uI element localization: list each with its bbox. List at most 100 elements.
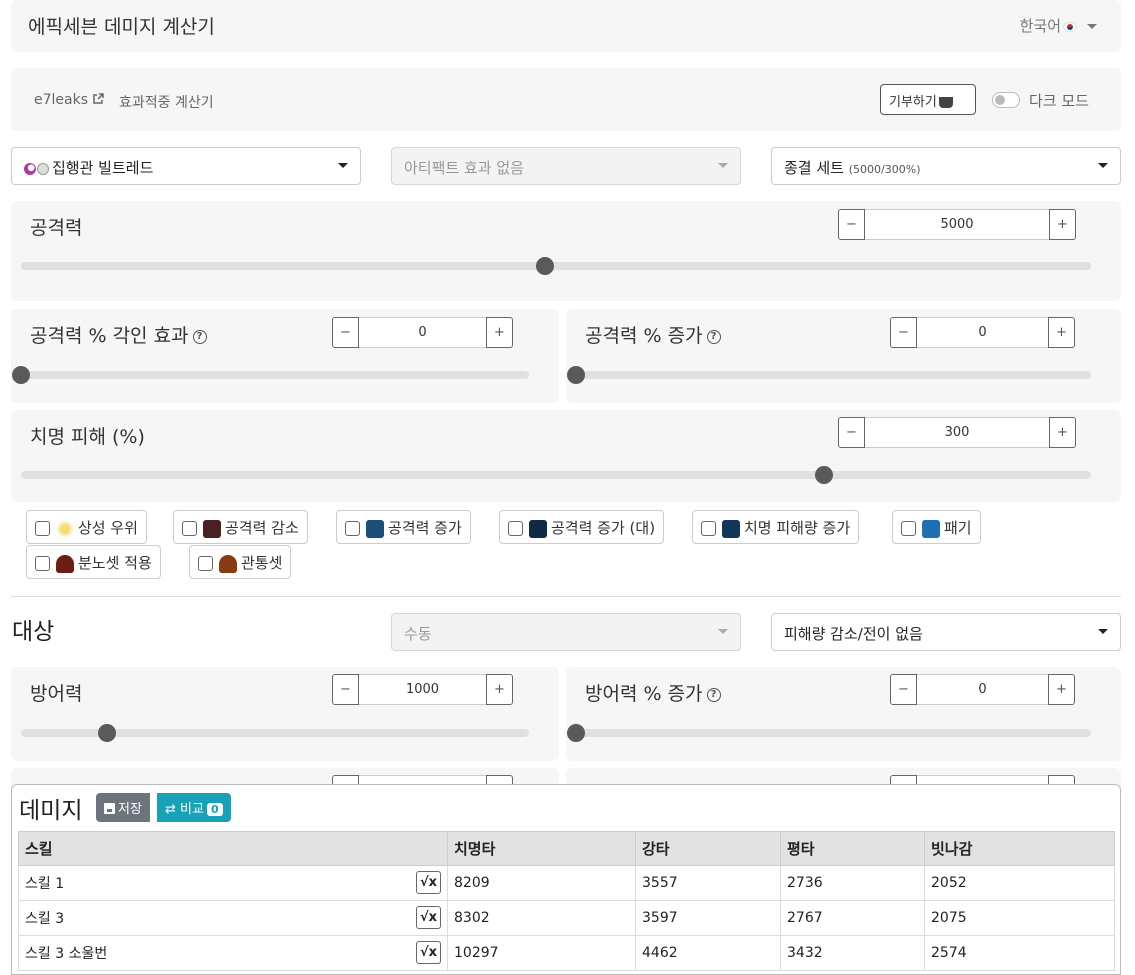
chevron-down-icon	[718, 629, 728, 634]
rage-set-checkbox[interactable]: 분노셋 적용	[26, 545, 161, 579]
defense-increase-increment-button[interactable]: +	[1048, 674, 1075, 705]
defense-increment-button[interactable]: +	[486, 674, 513, 705]
attack-increase-slider-thumb[interactable]	[567, 366, 585, 384]
attack-imprint-slider[interactable]	[12, 366, 529, 384]
defense-increase-label-wrap: 방어력 % 증가?	[585, 679, 721, 706]
attack-input[interactable]: 5000	[865, 209, 1049, 240]
formula-icon[interactable]: √x	[416, 870, 441, 894]
attack-increase-card: 공격력 % 증가? − 0 +	[566, 309, 1121, 403]
crit-damage-slider-thumb[interactable]	[814, 466, 833, 484]
defense-increase-input[interactable]: 0	[917, 674, 1048, 705]
target-mode-select[interactable]: 수동	[391, 613, 741, 651]
attack-imprint-label: 공격력 % 각인 효과	[30, 325, 189, 347]
vigor-icon	[922, 519, 940, 538]
checkbox-box[interactable]	[35, 521, 50, 536]
table-row: 스킬 3 소울번 √x 10297 4462 3432 2574	[18, 935, 1115, 971]
table-header-row: 스킬 치명타 강타 평타 빗나감	[18, 831, 1115, 866]
attack-down-checkbox[interactable]: 공격력 감소	[173, 510, 308, 544]
attack-imprint-decrement-button[interactable]: −	[332, 317, 359, 348]
artifact-select[interactable]: 아티팩트 효과 없음	[391, 147, 741, 185]
checkbox-box[interactable]	[35, 556, 50, 571]
attack-increase-slider[interactable]	[567, 366, 1091, 384]
rage-set-icon	[56, 554, 74, 573]
help-icon[interactable]: ?	[706, 329, 721, 344]
attack-increase-input[interactable]: 0	[917, 317, 1048, 348]
defense-input[interactable]: 1000	[359, 674, 486, 705]
donate-button[interactable]: 기부하기	[880, 84, 976, 115]
buff-label: 공격력 증가 (대)	[551, 519, 656, 537]
crush-cell: 4462	[635, 935, 781, 971]
crit-damage-label: 치명 피해 (%)	[30, 426, 145, 448]
formula-icon[interactable]: √x	[416, 940, 441, 964]
app-title: 에픽세븐 데미지 계산기	[28, 16, 215, 38]
elemental-advantage-checkbox[interactable]: 상성 우위	[26, 510, 147, 544]
help-icon[interactable]: ?	[192, 329, 207, 344]
checkbox-box[interactable]	[508, 521, 523, 536]
buff-label: 분노셋 적용	[78, 554, 152, 572]
defense-slider-thumb[interactable]	[98, 724, 117, 742]
attack-up-checkbox[interactable]: 공격력 증가	[336, 510, 471, 544]
save-icon	[104, 803, 115, 814]
table-row: 스킬 3 √x 8302 3597 2767 2075	[18, 900, 1115, 936]
column-header-miss: 빗나감	[924, 831, 1115, 866]
hero-select[interactable]: 집행관 빌트레드	[11, 147, 361, 185]
attack-imprint-increment-button[interactable]: +	[486, 317, 513, 348]
e7leaks-link[interactable]: e7leaks	[34, 92, 105, 108]
attack-increase-decrement-button[interactable]: −	[890, 317, 917, 348]
checkbox-box[interactable]	[345, 521, 360, 536]
table-row: 스킬 1 √x 8209 3557 2736 2052	[18, 865, 1115, 901]
attack-imprint-slider-thumb[interactable]	[12, 366, 30, 384]
crit-damage-card: 치명 피해 (%) − 300 +	[11, 410, 1121, 502]
crit-damage-decrement-button[interactable]: −	[838, 417, 865, 448]
target-section-title: 대상	[12, 619, 55, 645]
crit-damage-increment-button[interactable]: +	[1049, 417, 1076, 448]
defense-card: 방어력 − 1000 +	[11, 667, 559, 761]
crit-damage-slider[interactable]	[21, 466, 1091, 484]
help-icon[interactable]: ?	[706, 687, 721, 702]
skill-cell: 스킬 3 √x	[18, 900, 448, 936]
checkbox-box[interactable]	[901, 521, 916, 536]
checkbox-box[interactable]	[182, 521, 197, 536]
defense-increase-slider[interactable]	[567, 724, 1091, 742]
attack-slider-thumb[interactable]	[536, 257, 555, 275]
attack-label: 공격력	[30, 217, 83, 239]
dark-mode-toggle[interactable]	[992, 92, 1020, 108]
defense-increase-decrement-button[interactable]: −	[890, 674, 917, 705]
column-header-crit: 치명타	[447, 831, 636, 866]
greater-attack-up-checkbox[interactable]: 공격력 증가 (대)	[499, 510, 665, 544]
defense-decrement-button[interactable]: −	[332, 674, 359, 705]
compare-button[interactable]: ⇄ 비교 0	[157, 793, 231, 822]
attack-increment-button[interactable]: +	[1049, 209, 1076, 240]
damage-reduction-select[interactable]: 피해량 감소/전이 없음	[771, 613, 1121, 651]
penetration-set-checkbox[interactable]: 관통셋	[189, 545, 292, 579]
vigor-checkbox[interactable]: 패기	[892, 510, 981, 544]
language-selector[interactable]: 한국어	[1020, 15, 1097, 36]
save-button[interactable]: 저장	[96, 793, 150, 822]
attack-slider[interactable]	[21, 257, 1091, 275]
chevron-down-icon	[1087, 24, 1097, 29]
checkbox-box[interactable]	[198, 556, 213, 571]
defense-increase-slider-thumb[interactable]	[567, 724, 585, 742]
elemental-advantage-icon	[56, 519, 74, 538]
set-select-detail: (5000/300%)	[848, 163, 921, 176]
attack-increase-increment-button[interactable]: +	[1048, 317, 1075, 348]
damage-title: 데미지	[19, 798, 83, 824]
crit-damage-up-icon	[722, 519, 740, 538]
swap-icon: ⇄	[165, 802, 176, 817]
attack-imprint-input[interactable]: 0	[359, 317, 486, 348]
crit-damage-input[interactable]: 300	[865, 417, 1049, 448]
checkbox-box[interactable]	[701, 521, 716, 536]
column-header-crush: 강타	[635, 831, 781, 866]
buff-label: 상성 우위	[78, 519, 138, 537]
artifact-select-placeholder: 아티팩트 효과 없음	[404, 159, 524, 177]
attack-decrement-button[interactable]: −	[838, 209, 865, 240]
defense-slider[interactable]	[21, 724, 529, 742]
compare-count-badge: 0	[206, 803, 223, 816]
formula-icon[interactable]: √x	[416, 905, 441, 929]
donate-label: 기부하기	[889, 95, 937, 110]
crit-damage-up-checkbox[interactable]: 치명 피해량 증가	[692, 510, 860, 544]
hit-calculator-link[interactable]: 효과적중 계산기	[119, 92, 214, 112]
set-select[interactable]: 종결 세트 (5000/300%)	[771, 147, 1121, 185]
damage-table: 스킬 치명타 강타 평타 빗나감 스킬 1 √x 8209 3557 2736 2…	[18, 831, 1115, 971]
hero-element-icon	[24, 160, 50, 178]
